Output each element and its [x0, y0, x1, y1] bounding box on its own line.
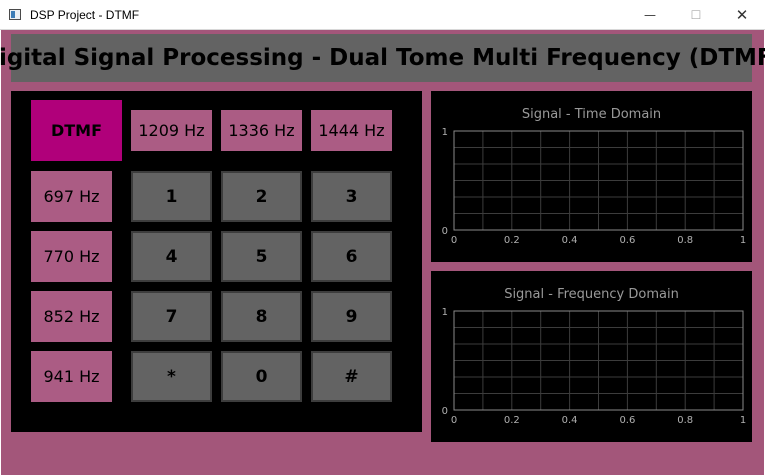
x-tick-label: 0.8 — [677, 235, 693, 246]
x-tick-label: 1 — [740, 415, 746, 426]
key-6-button[interactable]: 6 — [311, 231, 392, 282]
y-tick-label: 0 — [442, 406, 448, 417]
key-hash-button[interactable]: # — [311, 351, 392, 402]
x-tick-label: 0 — [451, 415, 457, 426]
x-tick-label: 0.2 — [504, 415, 520, 426]
row-freq-label: 852 Hz — [31, 291, 112, 342]
app-body: Digital Signal Processing - Dual Tome Mu… — [0, 30, 765, 475]
x-tick-label: 1 — [740, 235, 746, 246]
close-button[interactable]: ✕ — [719, 0, 765, 30]
y-tick-label: 0 — [442, 226, 448, 237]
x-tick-label: 0.6 — [619, 415, 635, 426]
row-freq-label: 770 Hz — [31, 231, 112, 282]
key-3-button[interactable]: 3 — [311, 171, 392, 222]
x-tick-label: 0 — [451, 235, 457, 246]
y-tick-label: 1 — [442, 127, 448, 138]
key-4-button[interactable]: 4 — [131, 231, 212, 282]
key-7-button[interactable]: 7 — [131, 291, 212, 342]
frequency-domain-axes: 0 0.2 0.4 0.6 0.8 1 0 1 — [442, 307, 747, 426]
key-2-button[interactable]: 2 — [221, 171, 302, 222]
key-1-button[interactable]: 1 — [131, 171, 212, 222]
key-5-button[interactable]: 5 — [221, 231, 302, 282]
y-tick-label: 1 — [442, 307, 448, 318]
x-tick-label: 0.2 — [504, 235, 520, 246]
maximize-button[interactable]: ☐ — [673, 0, 719, 30]
key-0-button[interactable]: 0 — [221, 351, 302, 402]
row-freq-label: 697 Hz — [31, 171, 112, 222]
x-tick-label: 0.4 — [562, 235, 578, 246]
key-9-button[interactable]: 9 — [311, 291, 392, 342]
time-domain-plot[interactable]: Signal - Time Domain 0 0.2 0.4 0.6 0.8 1 0 1 — [431, 91, 752, 262]
col-freq-label: 1444 Hz — [311, 110, 392, 151]
dtmf-button[interactable]: DTMF — [31, 100, 122, 161]
col-freq-label: 1336 Hz — [221, 110, 302, 151]
header-banner: Digital Signal Processing - Dual Tome Mu… — [0, 34, 765, 82]
keypad-panel: DTMF 1209 Hz 1336 Hz 1444 Hz 697 Hz 770 … — [11, 91, 422, 432]
key-8-button[interactable]: 8 — [221, 291, 302, 342]
x-tick-label: 0.8 — [677, 415, 693, 426]
minimize-button[interactable]: — — [627, 0, 673, 30]
page-title: Digital Signal Processing - Dual Tome Mu… — [0, 45, 765, 71]
key-star-button[interactable]: * — [131, 351, 212, 402]
x-tick-label: 0.6 — [619, 235, 635, 246]
x-tick-label: 0.4 — [562, 415, 578, 426]
time-domain-axes: 0 0.2 0.4 0.6 0.8 1 0 1 — [442, 127, 747, 246]
window-title: DSP Project - DTMF — [30, 8, 140, 22]
col-freq-label: 1209 Hz — [131, 110, 212, 151]
row-freq-label: 941 Hz — [31, 351, 112, 402]
frequency-domain-plot[interactable]: Signal - Frequency Domain 0 0.2 0.4 0.6 0.8 1… — [431, 271, 752, 442]
window-titlebar: DSP Project - DTMF — ☐ ✕ — [0, 0, 765, 30]
app-icon — [9, 9, 21, 20]
